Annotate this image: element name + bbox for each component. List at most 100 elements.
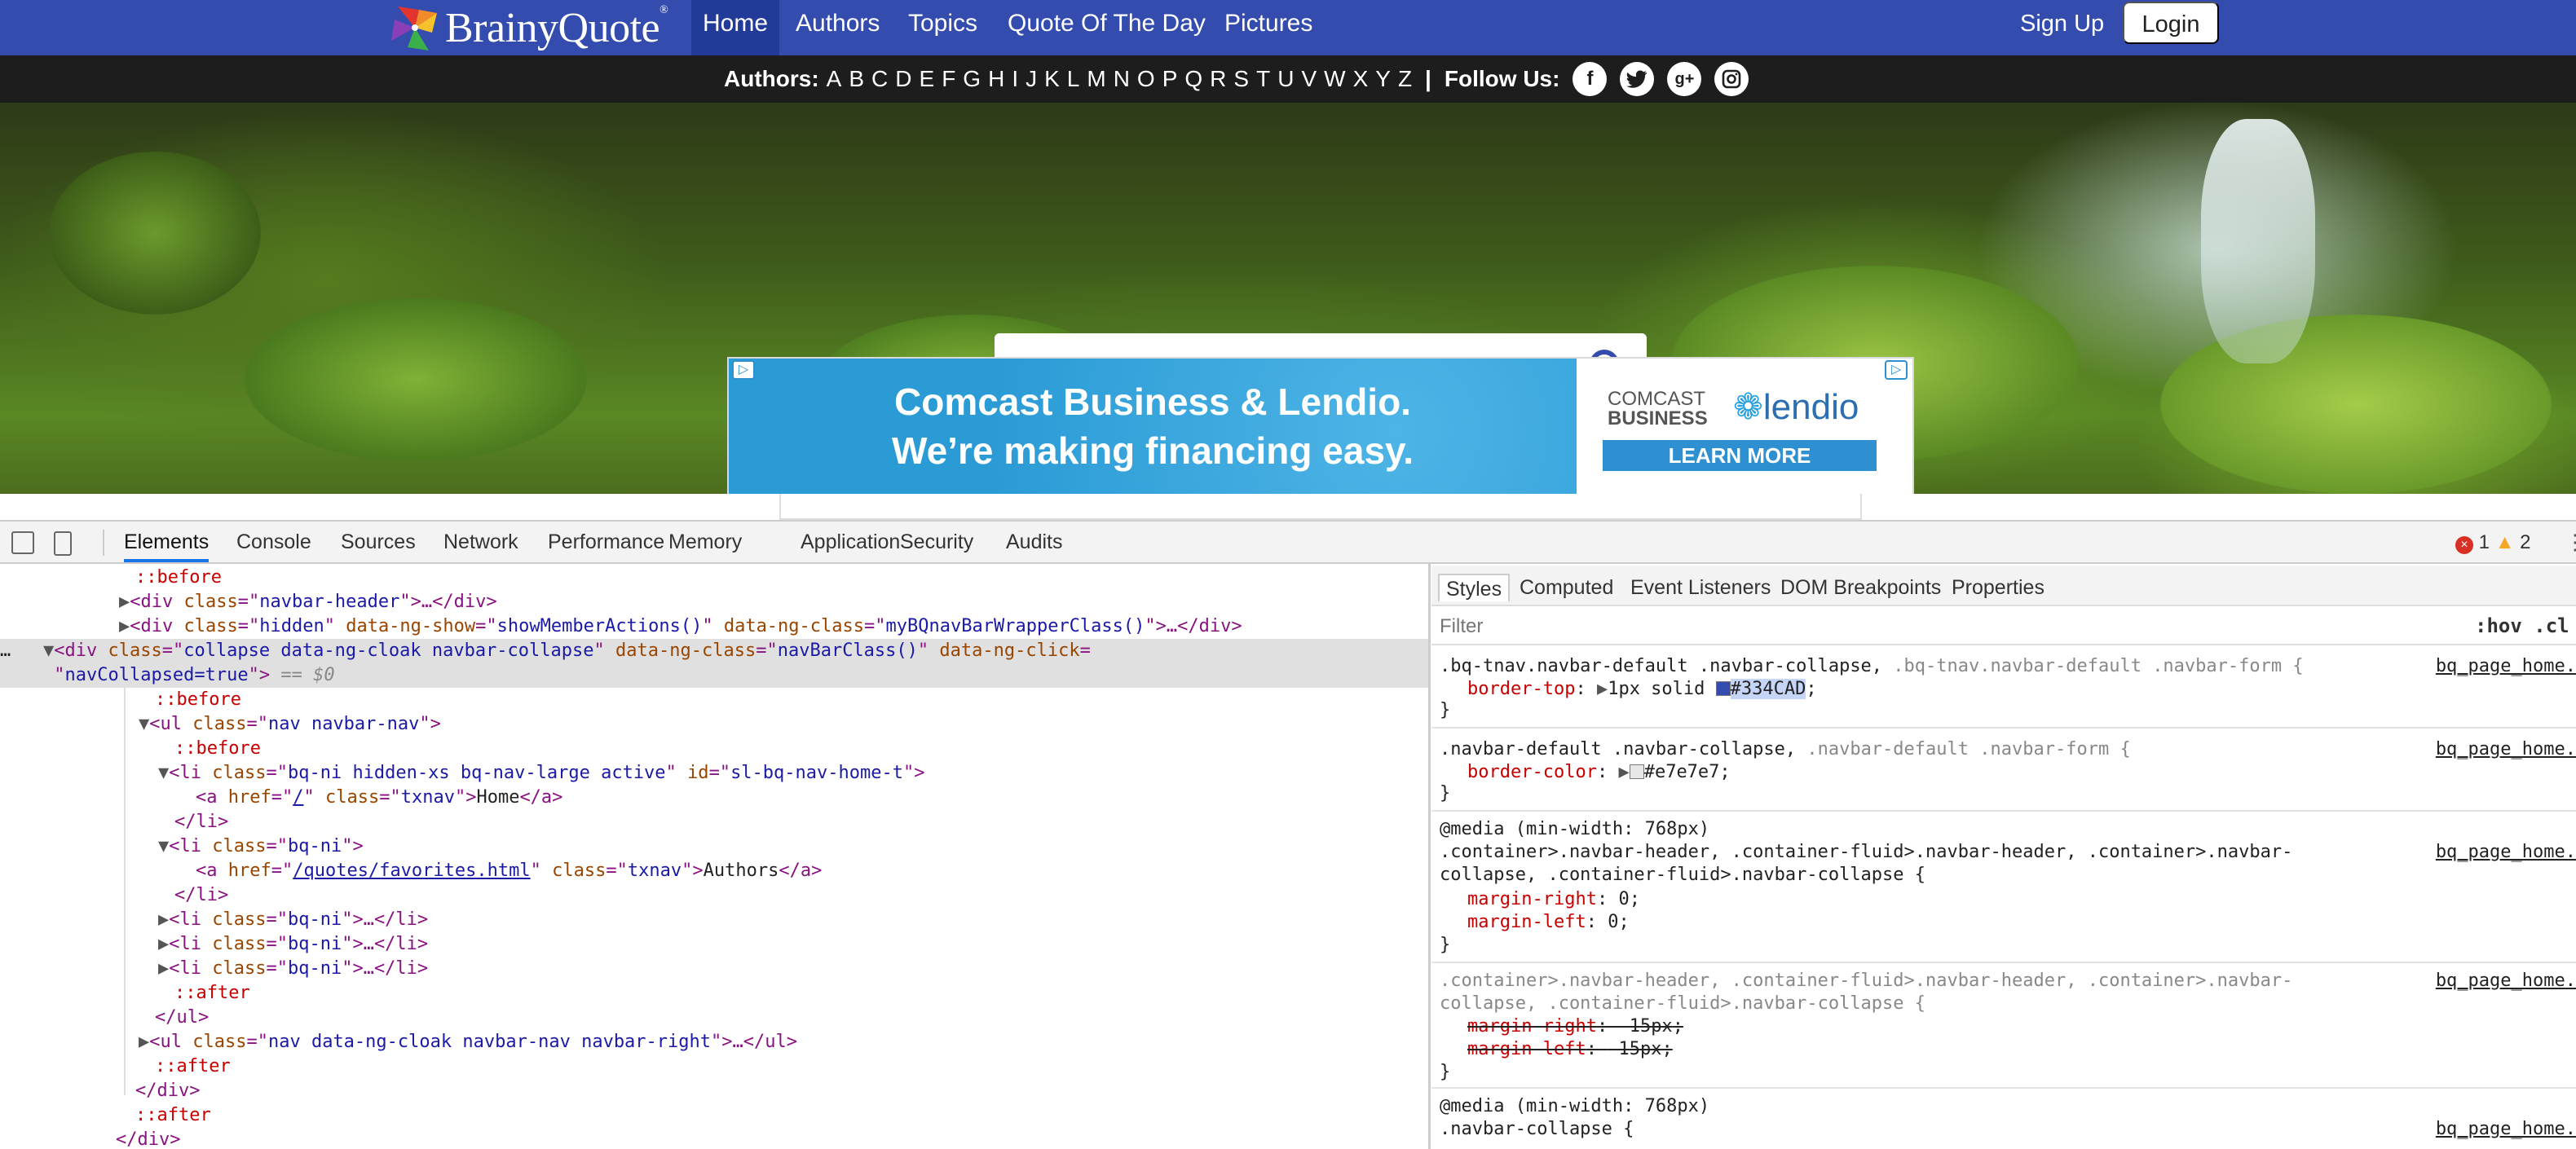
- facebook-icon[interactable]: f: [1573, 62, 1608, 96]
- author-letter-link[interactable]: Z: [1398, 66, 1412, 91]
- inspect-element-icon[interactable]: [11, 531, 34, 554]
- dom-node[interactable]: </ul>: [155, 1006, 209, 1030]
- dom-node[interactable]: ::before: [155, 688, 241, 712]
- dom-node[interactable]: ::after: [155, 1054, 231, 1079]
- stylesheet-link[interactable]: bq_page_home.: [2436, 841, 2576, 864]
- error-warning-counter[interactable]: × 1 ▲ 2: [2455, 531, 2531, 554]
- css-rule[interactable]: @media (min-width: 768px) .navbar-collap…: [1431, 1090, 2576, 1149]
- nav-pictures-link[interactable]: Pictures: [1213, 0, 1324, 55]
- dom-node[interactable]: <a href="/quotes/favorites.html" class="…: [196, 859, 822, 883]
- styles-filter-input[interactable]: [1440, 614, 2418, 639]
- author-letter-link[interactable]: L: [1067, 66, 1080, 91]
- color-swatch[interactable]: [1629, 764, 1644, 779]
- tab-styles[interactable]: Styles: [1438, 574, 1511, 601]
- stylesheet-link[interactable]: bq_page_home.: [2436, 738, 2576, 761]
- adchoices-icon[interactable]: ▷: [732, 360, 755, 380]
- styles-sidebar: Styles Computed Event Listeners DOM Brea…: [1431, 566, 2576, 1149]
- dom-node[interactable]: ▼<ul class="nav navbar-nav">: [139, 712, 441, 737]
- css-rule-overridden[interactable]: .container>.navbar-header, .container-fl…: [1431, 965, 2576, 1089]
- author-letter-link[interactable]: O: [1137, 66, 1155, 91]
- author-letter-link[interactable]: H: [988, 66, 1004, 91]
- author-letter-link[interactable]: S: [1233, 66, 1249, 91]
- dom-node[interactable]: ▶<div class="hidden" data-ng-show="showM…: [119, 614, 1242, 639]
- tab-properties[interactable]: Properties: [1945, 574, 2051, 601]
- dom-node[interactable]: </li>: [174, 810, 228, 834]
- dom-node[interactable]: <a href="/" class="txnav">Home</a>: [196, 786, 562, 810]
- dom-node[interactable]: ::before: [174, 737, 261, 761]
- dom-node[interactable]: ▶<li class="bq-ni">…</li>: [158, 932, 428, 957]
- dom-node[interactable]: ▼<li class="bq-ni">: [158, 834, 364, 859]
- author-letter-link[interactable]: W: [1324, 66, 1345, 91]
- author-letter-link[interactable]: I: [1012, 66, 1018, 91]
- nav-authors-link[interactable]: Authors: [784, 0, 891, 55]
- adchoices-icon[interactable]: ▷: [1885, 360, 1908, 380]
- devtools-tab-sources[interactable]: Sources: [341, 522, 416, 562]
- author-letter-link[interactable]: R: [1210, 66, 1226, 91]
- author-letter-link[interactable]: P: [1162, 66, 1178, 91]
- color-swatch[interactable]: [1715, 681, 1731, 696]
- dom-node[interactable]: ▶<div class="navbar-header">…</div>: [119, 590, 497, 614]
- css-rule[interactable]: @media (min-width: 768px) .container>.na…: [1431, 813, 2576, 963]
- author-letter-link[interactable]: G: [963, 66, 981, 91]
- learn-more-button[interactable]: LEARN MORE: [1603, 440, 1877, 471]
- hover-state-toggle[interactable]: :hov .cl: [2475, 614, 2569, 637]
- dom-node-selected-cont[interactable]: "navCollapsed=true"> == $0: [0, 663, 1428, 688]
- device-toolbar-icon[interactable]: [54, 531, 72, 556]
- stylesheet-link[interactable]: bq_page_home.: [2436, 655, 2576, 678]
- author-letter-link[interactable]: U: [1277, 66, 1294, 91]
- author-letter-link[interactable]: Q: [1184, 66, 1202, 91]
- brainyquote-logo[interactable]: BrainyQuote®: [386, 2, 668, 54]
- author-letter-link[interactable]: J: [1026, 66, 1037, 91]
- tab-dom-breakpoints[interactable]: DOM Breakpoints: [1774, 574, 1947, 601]
- css-rule[interactable]: .navbar-default .navbar-collapse, .navba…: [1431, 730, 2576, 812]
- instagram-icon[interactable]: [1714, 62, 1749, 96]
- author-letter-link[interactable]: K: [1044, 66, 1060, 91]
- dom-node[interactable]: ::after: [135, 1103, 211, 1128]
- more-options-icon[interactable]: ⋮: [2565, 530, 2576, 555]
- devtools-tab-security[interactable]: Security: [900, 522, 973, 562]
- sign-up-link[interactable]: Sign Up: [2020, 0, 2104, 47]
- devtools-tab-application[interactable]: Application: [801, 522, 900, 562]
- author-letter-link[interactable]: X: [1353, 66, 1369, 91]
- twitter-icon[interactable]: [1620, 62, 1655, 96]
- devtools-tab-audits[interactable]: Audits: [1006, 522, 1062, 562]
- author-letter-link[interactable]: D: [895, 66, 911, 91]
- devtools-tab-elements[interactable]: Elements: [124, 522, 210, 562]
- tab-computed[interactable]: Computed: [1513, 574, 1620, 601]
- author-letter-link[interactable]: F: [942, 66, 955, 91]
- author-letter-link[interactable]: E: [920, 66, 935, 91]
- author-letter-link[interactable]: B: [849, 66, 864, 91]
- tab-event-listeners[interactable]: Event Listeners: [1624, 574, 1777, 601]
- css-rule[interactable]: .bq-tnav.navbar-default .navbar-collapse…: [1431, 647, 2576, 729]
- advertisement-banner[interactable]: Comcast Business & Lendio. We’re making …: [727, 357, 1914, 504]
- nav-topics-link[interactable]: Topics: [897, 0, 989, 55]
- author-letter-link[interactable]: N: [1114, 66, 1130, 91]
- author-letter-link[interactable]: Y: [1375, 66, 1391, 91]
- dom-node[interactable]: ▶<li class="bq-ni">…</li>: [158, 957, 428, 981]
- author-letter-link[interactable]: T: [1256, 66, 1270, 91]
- devtools-tab-performance[interactable]: Performance: [548, 522, 664, 562]
- stylesheet-link[interactable]: bq_page_home.: [2436, 1118, 2576, 1141]
- login-button[interactable]: Login: [2123, 2, 2219, 44]
- dom-node[interactable]: </div>: [116, 1128, 180, 1149]
- author-letter-link[interactable]: A: [827, 66, 842, 91]
- author-letter-link[interactable]: C: [871, 66, 888, 91]
- dom-node[interactable]: </li>: [174, 883, 228, 908]
- dom-node[interactable]: ▶<li class="bq-ni">…</li>: [158, 908, 428, 932]
- dom-node-selected[interactable]: … ▼<div class="collapse data-ng-cloak na…: [0, 639, 1428, 663]
- dom-node[interactable]: ::after: [174, 981, 250, 1006]
- devtools-tab-network[interactable]: Network: [443, 522, 518, 562]
- nav-home-link[interactable]: Home: [691, 0, 780, 55]
- dom-node[interactable]: ::before: [135, 566, 222, 590]
- author-letter-link[interactable]: M: [1087, 66, 1105, 91]
- author-letter-link[interactable]: V: [1301, 66, 1317, 91]
- devtools-tab-memory[interactable]: Memory: [668, 522, 742, 562]
- dom-node[interactable]: ▶<ul class="nav data-ng-cloak navbar-nav…: [139, 1030, 797, 1054]
- devtools-tab-console[interactable]: Console: [236, 522, 311, 562]
- dom-node[interactable]: </div>: [135, 1079, 200, 1103]
- pane-splitter[interactable]: [1428, 564, 1431, 1149]
- nav-quote-of-the-day-link[interactable]: Quote Of The Day: [996, 0, 1217, 55]
- dom-node[interactable]: ▼<li class="bq-ni hidden-xs bq-nav-large…: [158, 761, 924, 786]
- stylesheet-link[interactable]: bq_page_home.: [2436, 970, 2576, 993]
- google-plus-icon[interactable]: g+: [1667, 62, 1702, 96]
